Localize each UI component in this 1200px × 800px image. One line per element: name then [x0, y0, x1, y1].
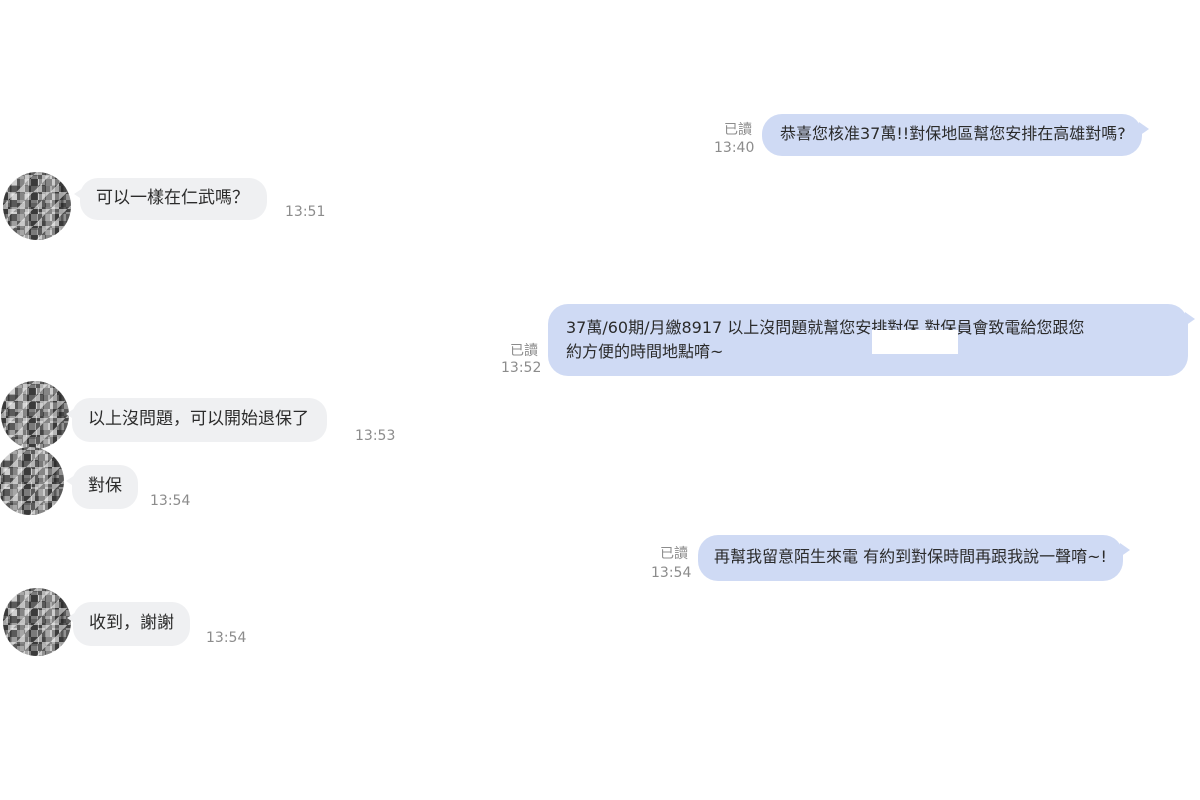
incoming-message-bubble[interactable]: 對保: [66, 465, 138, 509]
message-timestamp: 13:54: [150, 493, 191, 509]
message-timestamp: 13:52: [501, 360, 542, 376]
message-text: 以上沒問題，可以開始退保了: [88, 409, 309, 429]
redaction-box: [872, 330, 958, 354]
chat-conversation: 已讀 13:40 恭喜您核准37萬!!對保地區幫您安排在高雄對嗎? 可以一樣在仁…: [0, 0, 1200, 800]
message-text-line: 37萬/60期/月繳8917 以上沒問題就幫您安排對保 對保員會致電給您跟您: [566, 318, 1085, 337]
message-timestamp: 13:54: [206, 630, 247, 646]
outgoing-message-bubble[interactable]: 再幫我留意陌生來電 有約到對保時間再跟我說一聲唷~!: [698, 535, 1130, 581]
incoming-message-bubble[interactable]: 收到，謝謝: [67, 602, 190, 646]
message-timestamp: 13:40: [714, 140, 755, 156]
read-receipt: 已讀: [510, 343, 538, 359]
outgoing-message-bubble[interactable]: 恭喜您核准37萬!!對保地區幫您安排在高雄對嗎?: [762, 114, 1149, 156]
contact-avatar[interactable]: [0, 447, 64, 515]
contact-avatar[interactable]: [1, 381, 69, 449]
message-text-line: 約方便的時間地點唷~: [566, 342, 724, 361]
contact-avatar[interactable]: [3, 588, 71, 656]
incoming-message-bubble[interactable]: 以上沒問題，可以開始退保了: [66, 398, 327, 442]
read-receipt: 已讀: [724, 122, 752, 138]
message-timestamp: 13:54: [651, 565, 692, 581]
message-timestamp: 13:51: [285, 204, 326, 220]
message-text: 恭喜您核准37萬!!對保地區幫您安排在高雄對嗎?: [780, 124, 1126, 143]
outgoing-message-bubble[interactable]: 37萬/60期/月繳8917 以上沒問題就幫您安排對保 對保員會致電給您跟您 約…: [548, 304, 1195, 376]
incoming-message-bubble[interactable]: 可以一樣在仁武嗎？: [74, 178, 267, 220]
message-text: 可以一樣在仁武嗎？: [96, 188, 249, 208]
contact-avatar[interactable]: [3, 172, 71, 240]
message-timestamp: 13:53: [355, 428, 396, 444]
message-text: 再幫我留意陌生來電 有約到對保時間再跟我說一聲唷~!: [714, 547, 1107, 566]
message-text: 收到，謝謝: [89, 613, 174, 633]
message-text: 對保: [88, 476, 122, 496]
read-receipt: 已讀: [660, 546, 688, 562]
